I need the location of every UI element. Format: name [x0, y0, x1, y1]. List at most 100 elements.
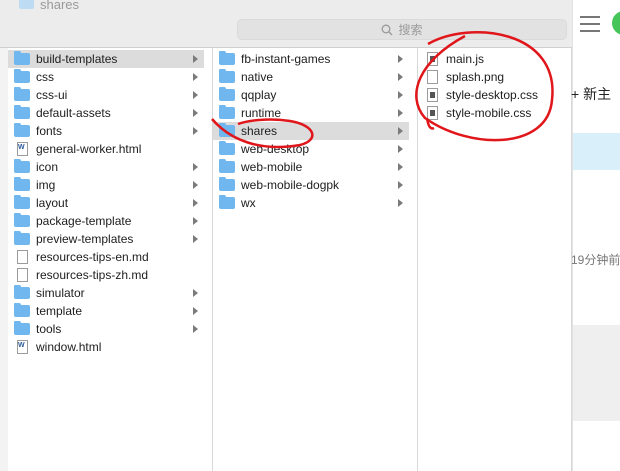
file-icon: [17, 250, 28, 264]
list-item[interactable]: shares: [213, 122, 409, 140]
item-label: fb-instant-games: [241, 52, 331, 66]
folder-icon: [14, 105, 30, 119]
list-item[interactable]: style-desktop.css: [418, 86, 571, 104]
folder-icon: [14, 87, 30, 101]
list-item[interactable]: window.html: [8, 338, 204, 356]
chevron-right-icon: [398, 91, 403, 99]
folder-icon: [14, 51, 30, 65]
word-document-icon: [17, 142, 28, 156]
finder-toolbar: shares 搜索: [0, 0, 572, 47]
status-avatar[interactable]: [612, 11, 620, 35]
list-item[interactable]: resources-tips-zh.md: [8, 266, 204, 284]
folder-icon: [14, 69, 30, 83]
list-item[interactable]: preview-templates: [8, 230, 204, 248]
chevron-right-icon: [193, 325, 198, 333]
browser-column-2: fb-instant-games native qqplay runtime share…: [213, 48, 409, 471]
file-icon: [17, 268, 28, 282]
list-item[interactable]: css: [8, 68, 204, 86]
chevron-right-icon: [398, 127, 403, 135]
folder-icon: [219, 177, 235, 191]
chevron-right-icon: [398, 55, 403, 63]
list-item[interactable]: main.js: [418, 50, 571, 68]
item-label: style-desktop.css: [446, 88, 539, 102]
item-label: splash.png: [446, 70, 505, 84]
hamburger-menu-icon[interactable]: [580, 16, 600, 32]
document-icon: [427, 52, 438, 66]
timestamp: 19分钟前: [571, 253, 620, 267]
folder-icon: [219, 51, 235, 65]
item-label: web-mobile-dogpk: [241, 178, 340, 192]
chevron-right-icon: [398, 145, 403, 153]
list-item[interactable]: runtime: [213, 104, 409, 122]
file-icon: [427, 70, 438, 84]
browser-column-1: build-templates css css-ui default-assets fo…: [8, 48, 204, 471]
search-field[interactable]: 搜索: [237, 19, 567, 40]
list-item[interactable]: tools: [8, 320, 204, 338]
item-label: default-assets: [36, 106, 111, 120]
item-label: runtime: [241, 106, 282, 120]
folder-icon: [14, 123, 30, 137]
folder-icon: [219, 87, 235, 101]
list-item[interactable]: icon: [8, 158, 204, 176]
chevron-right-icon: [398, 181, 403, 189]
chevron-right-icon: [398, 73, 403, 81]
chevron-right-icon: [193, 73, 198, 81]
search-icon: [382, 24, 393, 35]
list-item[interactable]: img: [8, 176, 204, 194]
item-label: tools: [36, 322, 62, 336]
list-item[interactable]: css-ui: [8, 86, 204, 104]
folder-icon: [14, 321, 30, 335]
list-item[interactable]: simulator: [8, 284, 204, 302]
list-item[interactable]: style-mobile.css: [418, 104, 571, 122]
item-label: fonts: [36, 124, 63, 138]
list-item[interactable]: qqplay: [213, 86, 409, 104]
item-label: wx: [241, 196, 256, 210]
list-item[interactable]: general-worker.html: [8, 140, 204, 158]
folder-icon: [14, 195, 30, 209]
chevron-right-icon: [193, 307, 198, 315]
list-item[interactable]: fonts: [8, 122, 204, 140]
item-label: simulator: [36, 286, 85, 300]
item-label: template: [36, 304, 83, 318]
item-label: web-mobile: [241, 160, 303, 174]
list-item[interactable]: template: [8, 302, 204, 320]
list-item[interactable]: layout: [8, 194, 204, 212]
item-label: preview-templates: [36, 232, 134, 246]
list-item[interactable]: fb-instant-games: [213, 50, 409, 68]
folder-icon: [14, 303, 30, 317]
chevron-right-icon: [398, 199, 403, 207]
title-folder-icon: [19, 0, 34, 9]
browser-column-3: main.js splash.png style-desktop.css style-…: [418, 48, 571, 471]
chevron-right-icon: [193, 181, 198, 189]
list-item[interactable]: native: [213, 68, 409, 86]
item-label: general-worker.html: [36, 142, 142, 156]
item-label: shares: [241, 124, 278, 138]
item-label: main.js: [446, 52, 485, 66]
new-topic-button[interactable]: + 新主: [571, 84, 611, 104]
folder-icon: [14, 285, 30, 299]
list-item[interactable]: default-assets: [8, 104, 204, 122]
list-item[interactable]: build-templates: [8, 50, 204, 68]
list-item[interactable]: web-mobile-dogpk: [213, 176, 409, 194]
list-item[interactable]: web-desktop: [213, 140, 409, 158]
list-item[interactable]: package-template: [8, 212, 204, 230]
chevron-right-icon: [193, 109, 198, 117]
highlight-banner: [573, 133, 620, 170]
folder-icon: [219, 69, 235, 83]
word-document-icon: [17, 340, 28, 354]
chevron-right-icon: [193, 163, 198, 171]
document-icon: [427, 88, 438, 102]
list-item[interactable]: splash.png: [418, 68, 571, 86]
list-item[interactable]: web-mobile: [213, 158, 409, 176]
content-block: [573, 325, 620, 421]
search-placeholder: 搜索: [398, 23, 423, 37]
chevron-right-icon: [193, 199, 198, 207]
item-label: window.html: [36, 340, 102, 354]
list-item[interactable]: wx: [213, 194, 409, 212]
chevron-right-icon: [193, 91, 198, 99]
item-label: style-mobile.css: [446, 106, 532, 120]
document-icon: [427, 106, 438, 120]
folder-icon: [219, 159, 235, 173]
list-item[interactable]: resources-tips-en.md: [8, 248, 204, 266]
chevron-right-icon: [398, 109, 403, 117]
